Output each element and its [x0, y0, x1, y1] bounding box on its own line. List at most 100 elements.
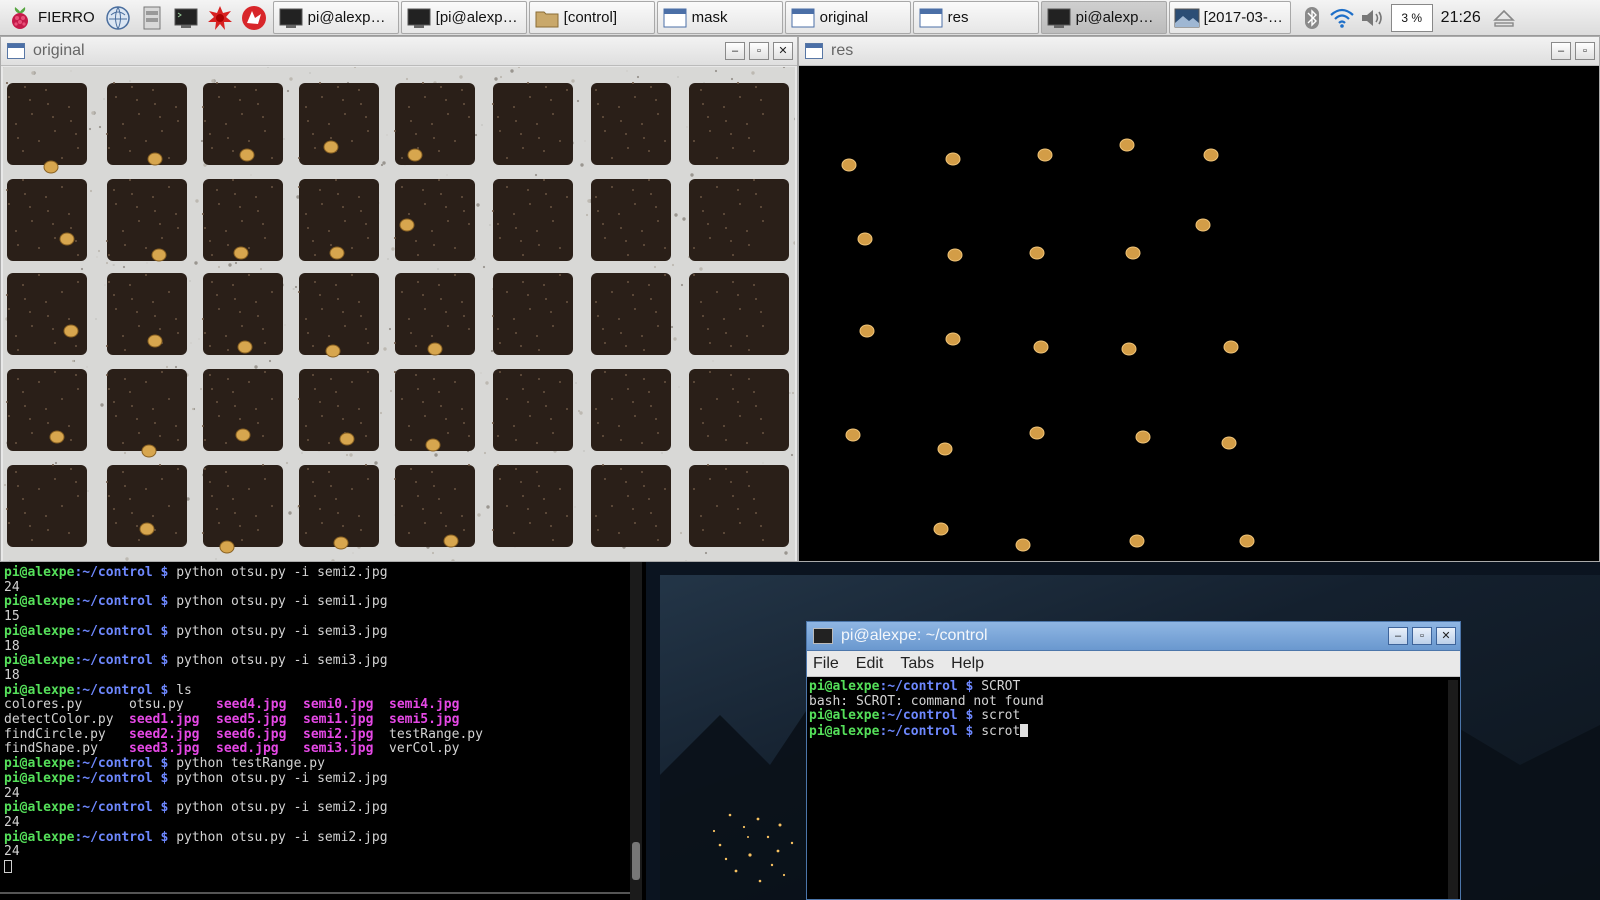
- terminal-icon: [278, 6, 304, 30]
- soil-cell: [493, 465, 573, 547]
- prompt-user: pi@alexpe: [809, 724, 880, 740]
- soil-cell: [299, 465, 379, 547]
- menu-edit[interactable]: Edit: [856, 655, 884, 673]
- taskbar-button-1[interactable]: [pi@alexpe:...: [400, 1, 527, 34]
- prompt-path: :~/control $: [74, 565, 177, 580]
- taskbar-button-label: pi@alexpe: ...: [1075, 9, 1162, 26]
- menu-file[interactable]: File: [813, 655, 839, 673]
- wolfram-icon[interactable]: [237, 2, 271, 34]
- segmented-seed: [1239, 534, 1255, 548]
- terminal-line: 18: [4, 668, 628, 684]
- seed: [147, 152, 163, 166]
- ls-entry: seed.jpg: [216, 742, 279, 757]
- result-image-window[interactable]: res – ▫: [798, 36, 1600, 562]
- web-browser-icon[interactable]: [101, 2, 135, 34]
- taskbar-button-label: pi@alexpe: ...: [307, 9, 394, 26]
- terminal-window-right[interactable]: pi@alexpe: ~/control – ▫ ✕ File Edit Tab…: [806, 621, 1461, 900]
- terminal-line: pi@alexpe:~/control $ python testRange.p…: [4, 756, 628, 772]
- terminal-icon[interactable]: [169, 2, 203, 34]
- output-text: 24: [4, 785, 20, 801]
- terminal-line: 24: [4, 845, 628, 860]
- original-image-window[interactable]: original – ▫ ✕: [0, 36, 798, 562]
- terminal-line: 18: [4, 639, 628, 655]
- res-window-titlebar[interactable]: res – ▫: [799, 37, 1599, 66]
- raspberry-pi-icon: [8, 5, 32, 31]
- scrollbar[interactable]: [630, 562, 642, 900]
- taskbar-button-5[interactable]: res: [912, 1, 1039, 34]
- minimize-button[interactable]: –: [1551, 42, 1571, 60]
- terminal-titlebar[interactable]: pi@alexpe: ~/control – ▫ ✕: [807, 622, 1460, 651]
- close-button[interactable]: ✕: [773, 42, 793, 60]
- main-menu-button[interactable]: FIERRO: [2, 2, 101, 34]
- close-button[interactable]: ✕: [1436, 627, 1456, 645]
- cpu-usage-monitor[interactable]: 3 %: [1390, 3, 1433, 32]
- file-manager-icon[interactable]: [135, 2, 169, 34]
- prompt-path: :~/control $: [879, 679, 982, 694]
- prompt-user: pi@alexpe: [4, 594, 75, 610]
- system-tray: 3 % 21:26: [1297, 3, 1519, 33]
- terminal-line: pi@alexpe:~/control $ python otsu.py -i …: [4, 565, 628, 581]
- scrollbar[interactable]: [1448, 680, 1458, 899]
- soil-cell: [591, 465, 671, 547]
- wifi-icon[interactable]: [1327, 3, 1357, 33]
- maximize-button[interactable]: ▫: [749, 42, 769, 60]
- maximize-button[interactable]: ▫: [1575, 42, 1595, 60]
- soil-cell: [591, 369, 671, 451]
- taskbar-button-7[interactable]: [2017-03-2...: [1168, 1, 1291, 34]
- segmented-seed: [945, 152, 961, 166]
- terminal-output-right[interactable]: pi@alexpe:~/control $ SCROT bash: SCROT: …: [809, 679, 1439, 740]
- segmented-seed: [1221, 436, 1237, 450]
- taskbar-button-2[interactable]: [control]: [528, 1, 655, 34]
- seed: [139, 522, 155, 536]
- terminal-line: [4, 860, 628, 876]
- terminal-line: pi@alexpe:~/control $ python otsu.py -i …: [4, 624, 628, 640]
- menu-help[interactable]: Help: [951, 655, 984, 673]
- ls-entry: semi1.jpg: [303, 713, 374, 728]
- scrollbar-thumb[interactable]: [632, 842, 640, 880]
- menu-tabs[interactable]: Tabs: [900, 655, 934, 673]
- command-text: python otsu.py -i semi2.jpg: [176, 770, 388, 786]
- terminal-line: pi@alexpe:~/control $ python otsu.py -i …: [4, 653, 628, 669]
- terminal-line: detectColor.py seed1.jpg seed5.jpg semi1.jp…: [4, 713, 628, 728]
- terminal-line: findCircle.py seed2.jpg seed6.jpg semi2.jpg…: [4, 728, 628, 743]
- prompt-user: pi@alexpe: [4, 565, 75, 580]
- seed: [59, 232, 75, 246]
- terminal-output-left[interactable]: pi@alexpe:~/control $ python otsu.py -i …: [4, 565, 628, 876]
- segmented-seed: [1033, 340, 1049, 354]
- terminal-window-title: pi@alexpe: ~/control: [841, 627, 988, 644]
- segmented-seed: [1195, 218, 1211, 232]
- segmented-seed: [845, 428, 861, 442]
- terminal-window-left[interactable]: pi@alexpe:~/control $ python otsu.py -i …: [0, 562, 646, 900]
- seed: [407, 148, 423, 162]
- seed: [147, 334, 163, 348]
- ls-entry: seed5.jpg: [216, 713, 287, 728]
- math-kernel-icon[interactable]: [203, 2, 237, 34]
- segmented-seed: [1119, 138, 1135, 152]
- ls-entry: detectColor.py: [4, 713, 114, 728]
- soil-cell: [299, 83, 379, 165]
- seed: [339, 432, 355, 446]
- original-window-titlebar[interactable]: original – ▫ ✕: [1, 37, 797, 66]
- soil-cell: [689, 179, 789, 261]
- seed: [329, 246, 345, 260]
- segmented-seed: [933, 522, 949, 536]
- clock[interactable]: 21:26: [1441, 9, 1481, 27]
- terminal-line: bash: SCROT: command not found: [809, 694, 1439, 710]
- prompt-user: pi@alexpe: [809, 708, 880, 724]
- soil-cell: [689, 83, 789, 165]
- taskbar-button-3[interactable]: mask: [656, 1, 783, 34]
- volume-icon[interactable]: [1357, 3, 1387, 33]
- prompt-user: pi@alexpe: [809, 679, 880, 694]
- prompt-path: :~/control $: [879, 708, 982, 724]
- minimize-button[interactable]: –: [725, 42, 745, 60]
- minimize-button[interactable]: –: [1388, 627, 1408, 645]
- maximize-button[interactable]: ▫: [1412, 627, 1432, 645]
- taskbar-button-4[interactable]: original: [784, 1, 911, 34]
- soil-cell: [689, 465, 789, 547]
- segmented-seed: [945, 332, 961, 346]
- taskbar-button-0[interactable]: pi@alexpe: ...: [272, 1, 399, 34]
- bluetooth-icon[interactable]: [1297, 3, 1327, 33]
- segmented-seed: [857, 232, 873, 246]
- taskbar-button-6[interactable]: pi@alexpe: ...: [1040, 1, 1167, 34]
- eject-icon[interactable]: [1489, 3, 1519, 33]
